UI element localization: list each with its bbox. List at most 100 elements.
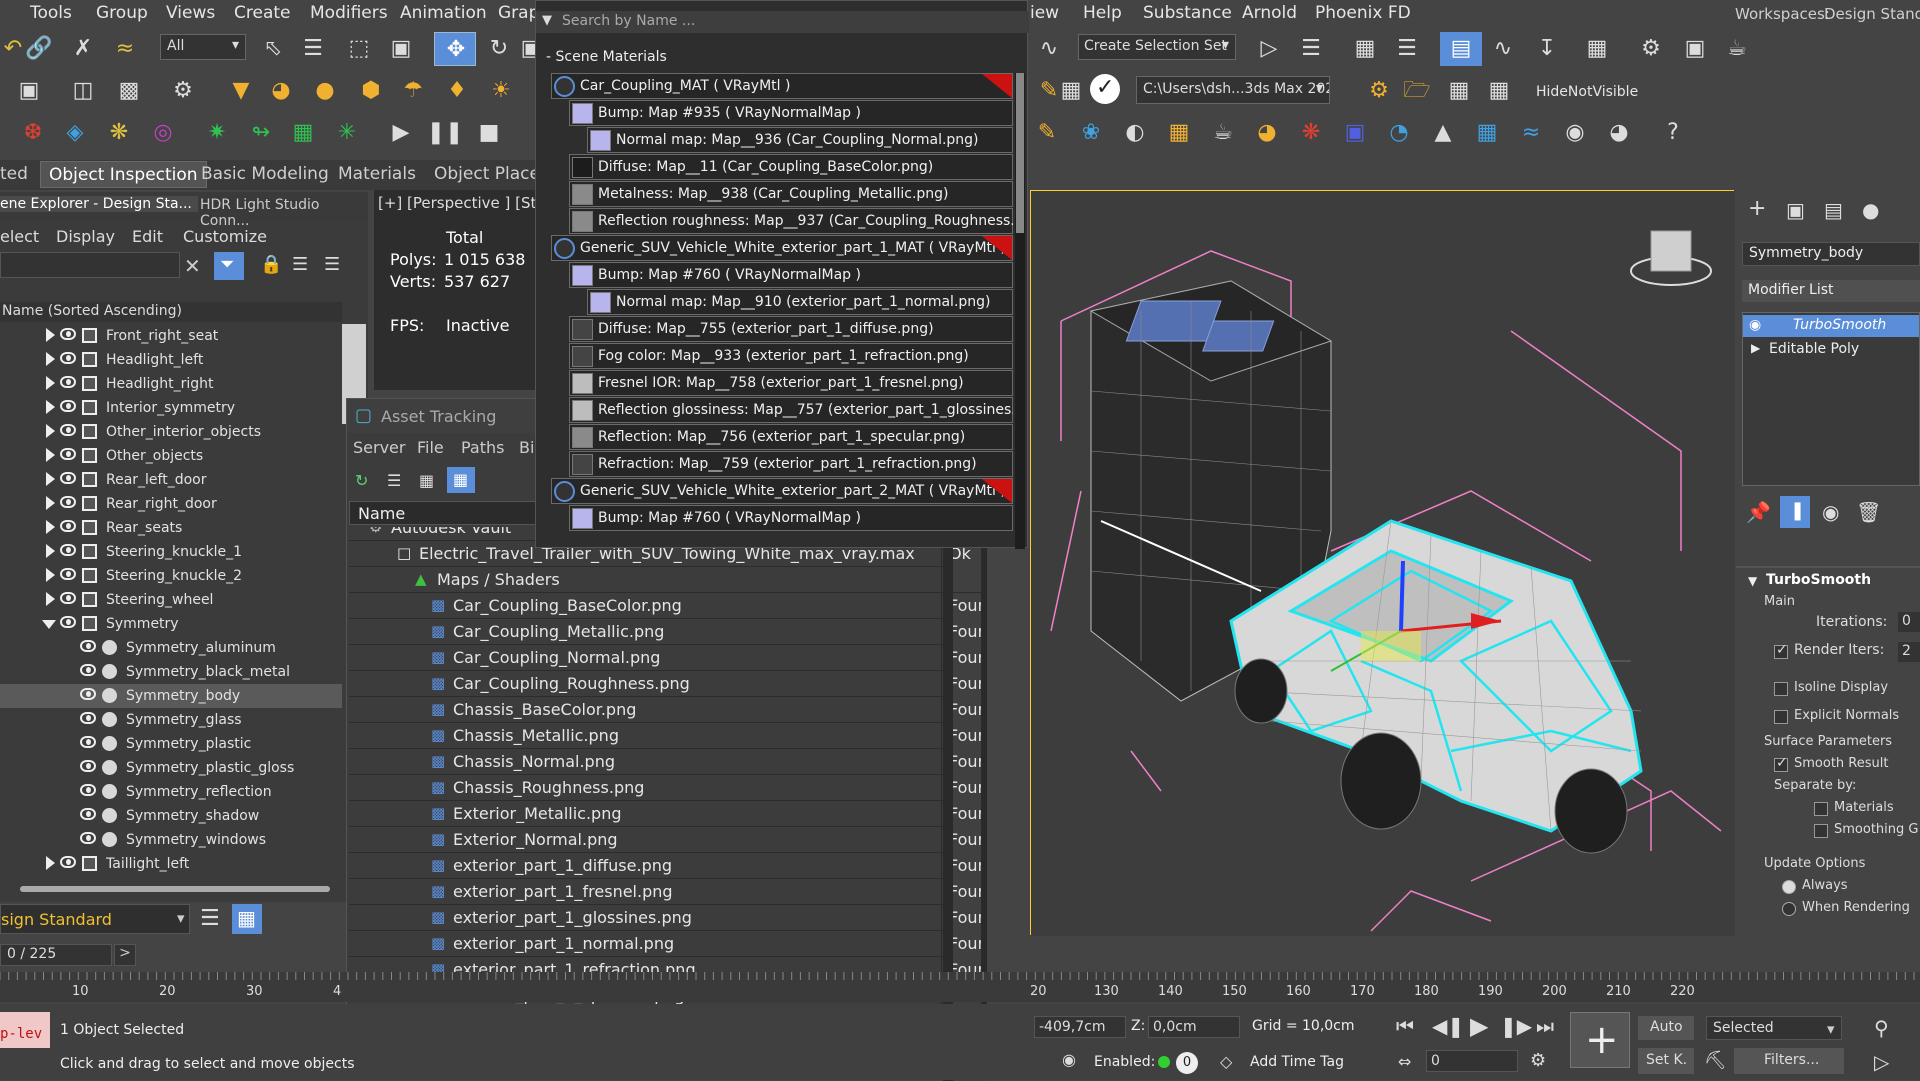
eye-icon[interactable] <box>80 784 96 796</box>
current-frame-field[interactable]: 0 <box>1426 1050 1518 1072</box>
scene-search-input[interactable] <box>0 252 180 278</box>
stack-item-editable-poly[interactable]: ▶ Editable Poly <box>1743 339 1919 361</box>
phoenix-icon-4[interactable]: ☕ <box>1210 120 1236 146</box>
sun-icon[interactable]: ☀ <box>488 78 514 104</box>
tab-partial[interactable]: ted <box>0 164 28 184</box>
tree-item[interactable]: Symmetry_reflection <box>0 780 342 804</box>
fluid-icon[interactable]: ◎ <box>150 120 176 146</box>
map-node[interactable]: Bump: Map #760 ( VRayNormalMap ) <box>569 505 1013 531</box>
chevron-right-icon[interactable] <box>46 472 55 486</box>
set-key-big-button[interactable]: + <box>1570 1012 1630 1068</box>
map-node[interactable]: Diffuse: Map__755 (exterior_part_1_diffu… <box>569 316 1013 342</box>
map-node[interactable]: Reflection roughness: Map__937 (Car_Coup… <box>569 208 1013 234</box>
tree-item[interactable]: Symmetry_aluminum <box>0 636 342 660</box>
project-settings-icon[interactable]: ⚙ <box>1366 78 1392 104</box>
stop-icon[interactable]: ■ <box>476 120 502 146</box>
render-settings-icon[interactable]: ⚙ <box>170 78 196 104</box>
move-tool-button[interactable]: ✥ <box>434 32 476 66</box>
motion-tab-icon[interactable]: ● <box>1862 198 1879 222</box>
light-icon[interactable]: ▼ <box>228 78 254 104</box>
chevron-down-icon[interactable]: ▼ <box>1748 574 1757 588</box>
frame-counter[interactable]: 0 / 225 <box>0 944 112 966</box>
scatter-icon[interactable]: ✷ <box>204 120 230 146</box>
display-icon[interactable]: ◫ <box>70 78 96 104</box>
orbit-icon[interactable]: ▷ <box>1874 1050 1889 1074</box>
always-radio[interactable] <box>1782 880 1796 894</box>
set-key-button[interactable]: Set K. <box>1638 1048 1694 1074</box>
eye-icon[interactable] <box>60 496 76 508</box>
render-frame-icon[interactable]: ▣ <box>1682 36 1708 62</box>
material-node[interactable]: Car_Coupling_MAT ( VRayMtl ) <box>551 73 1013 99</box>
eye-icon[interactable] <box>60 616 76 628</box>
key-filter-icon[interactable]: ◉ <box>1062 1050 1076 1069</box>
x-coordinate-field[interactable]: -409,7cm <box>1034 1016 1126 1038</box>
layer-dropdown[interactable]: sign Standard ▾ <box>0 904 190 934</box>
zoom-icon[interactable]: ⚲ <box>1874 1016 1889 1040</box>
eye-icon[interactable] <box>60 376 76 388</box>
menu-paths[interactable]: Paths <box>461 438 504 457</box>
menu-view-partial[interactable]: iew <box>1030 3 1059 23</box>
material-node[interactable]: Generic_SUV_Vehicle_White_exterior_part_… <box>551 478 1013 504</box>
menu-file[interactable]: File <box>417 438 444 457</box>
map-node[interactable]: Fresnel IOR: Map__758 (exterior_part_1_f… <box>569 370 1013 396</box>
make-unique-icon[interactable]: ◉ <box>1822 500 1839 524</box>
tree-h-scrollbar[interactable] <box>20 886 330 892</box>
time-config-icon[interactable]: ⚙ <box>1530 1050 1546 1071</box>
eye-icon[interactable] <box>60 568 76 580</box>
render-iters-spinner[interactable]: 2 <box>1898 642 1920 662</box>
burst-icon[interactable]: ✳ <box>334 120 360 146</box>
asset-row[interactable]: ▩Chassis_Roughness.pngFound <box>349 775 987 854</box>
hierarchy-tab-icon[interactable]: ▤ <box>1824 198 1843 222</box>
select-by-name-icon[interactable]: ☰ <box>300 36 326 62</box>
menu-bitmap[interactable]: Bi <box>519 438 534 457</box>
link-icon[interactable]: 🔗 <box>25 36 52 62</box>
material-scrollbar[interactable] <box>1015 73 1025 549</box>
toggle-ribbon-button[interactable]: ▤ <box>1440 32 1482 66</box>
key-mode-icon[interactable]: ⇔ <box>1398 1052 1411 1071</box>
tree-item[interactable]: Rear_left_door <box>0 468 342 492</box>
eye-icon[interactable] <box>80 808 96 820</box>
chevron-right-icon[interactable] <box>46 328 55 342</box>
refresh-icon[interactable]: ↻ <box>355 471 368 490</box>
asset-row[interactable]: ▩exterior_part_1_glossines.pngFound <box>349 905 987 984</box>
scene-materials-header[interactable]: - Scene Materials <box>546 49 667 65</box>
forest-icon[interactable]: ↬ <box>248 120 274 146</box>
viewport-label[interactable]: [+] [Perspective ] [Sta <box>378 194 546 212</box>
eye-icon[interactable] <box>80 664 96 676</box>
tab-scene-explorer[interactable]: ene Explorer - Design Sta... <box>0 196 198 212</box>
object-name-field[interactable]: Symmetry_body <box>1742 242 1920 266</box>
sphere-light-icon[interactable]: ● <box>312 78 338 104</box>
layer-view-icon[interactable]: ☰ <box>324 254 340 275</box>
map-node[interactable]: Bump: Map #760 ( VRayNormalMap ) <box>569 262 1013 288</box>
tab-object-placement[interactable]: Object Placen <box>434 164 551 184</box>
modifier-list-dropdown[interactable]: Modifier List <box>1742 280 1920 302</box>
layers-stack-icon[interactable]: ☰ <box>200 906 220 931</box>
grid-tool-icon[interactable]: ▦ <box>290 120 316 146</box>
align-icon[interactable]: ☰ <box>1298 36 1324 62</box>
layer-explorer-icon[interactable]: ▦ <box>1352 36 1378 62</box>
next-frame-icon[interactable]: ❚▶ <box>1500 1014 1532 1038</box>
auto-key-button[interactable]: Auto <box>1638 1016 1694 1040</box>
container-icon[interactable]: ▣ <box>16 78 42 104</box>
play-icon[interactable]: ▶ <box>388 120 414 146</box>
object-props-icon[interactable]: ▩ <box>116 78 142 104</box>
tree-item[interactable]: Steering_knuckle_1 <box>0 540 342 564</box>
dope-sheet-icon[interactable]: ↧ <box>1534 36 1560 62</box>
tree-item[interactable]: Headlight_left <box>0 348 342 372</box>
timeline-track[interactable]: 10 20 30 4 20 130 140 150 160 170 180 190 200 210… <box>0 972 1920 1002</box>
perspective-viewport-small[interactable]: [+] [Perspective ] [Sta Total Polys: 1 0… <box>374 190 546 390</box>
time-tag-icon[interactable]: ◇ <box>1220 1052 1232 1071</box>
tab-object-inspection[interactable]: Object Inspection <box>40 161 207 188</box>
archive-icon[interactable]: ▦ <box>1486 78 1512 104</box>
stack-item-turbosmooth[interactable]: ◉ TurboSmooth <box>1743 315 1919 337</box>
render-history-icon[interactable]: ▦ <box>1058 78 1084 104</box>
filters-button[interactable]: Filters... <box>1734 1048 1844 1074</box>
previous-frame-icon[interactable]: ◀❚ <box>1432 1014 1464 1038</box>
isoline-display-checkbox[interactable] <box>1774 682 1788 696</box>
eye-icon[interactable] <box>60 856 76 868</box>
render-production-icon[interactable]: ☕ <box>1724 36 1750 62</box>
eye-icon[interactable] <box>60 448 76 460</box>
asset-row[interactable]: ▩exterior_part_1_fresnel.pngFound <box>349 879 987 958</box>
eye-icon[interactable] <box>80 832 96 844</box>
layers-icon[interactable]: ☰ <box>1394 36 1420 62</box>
